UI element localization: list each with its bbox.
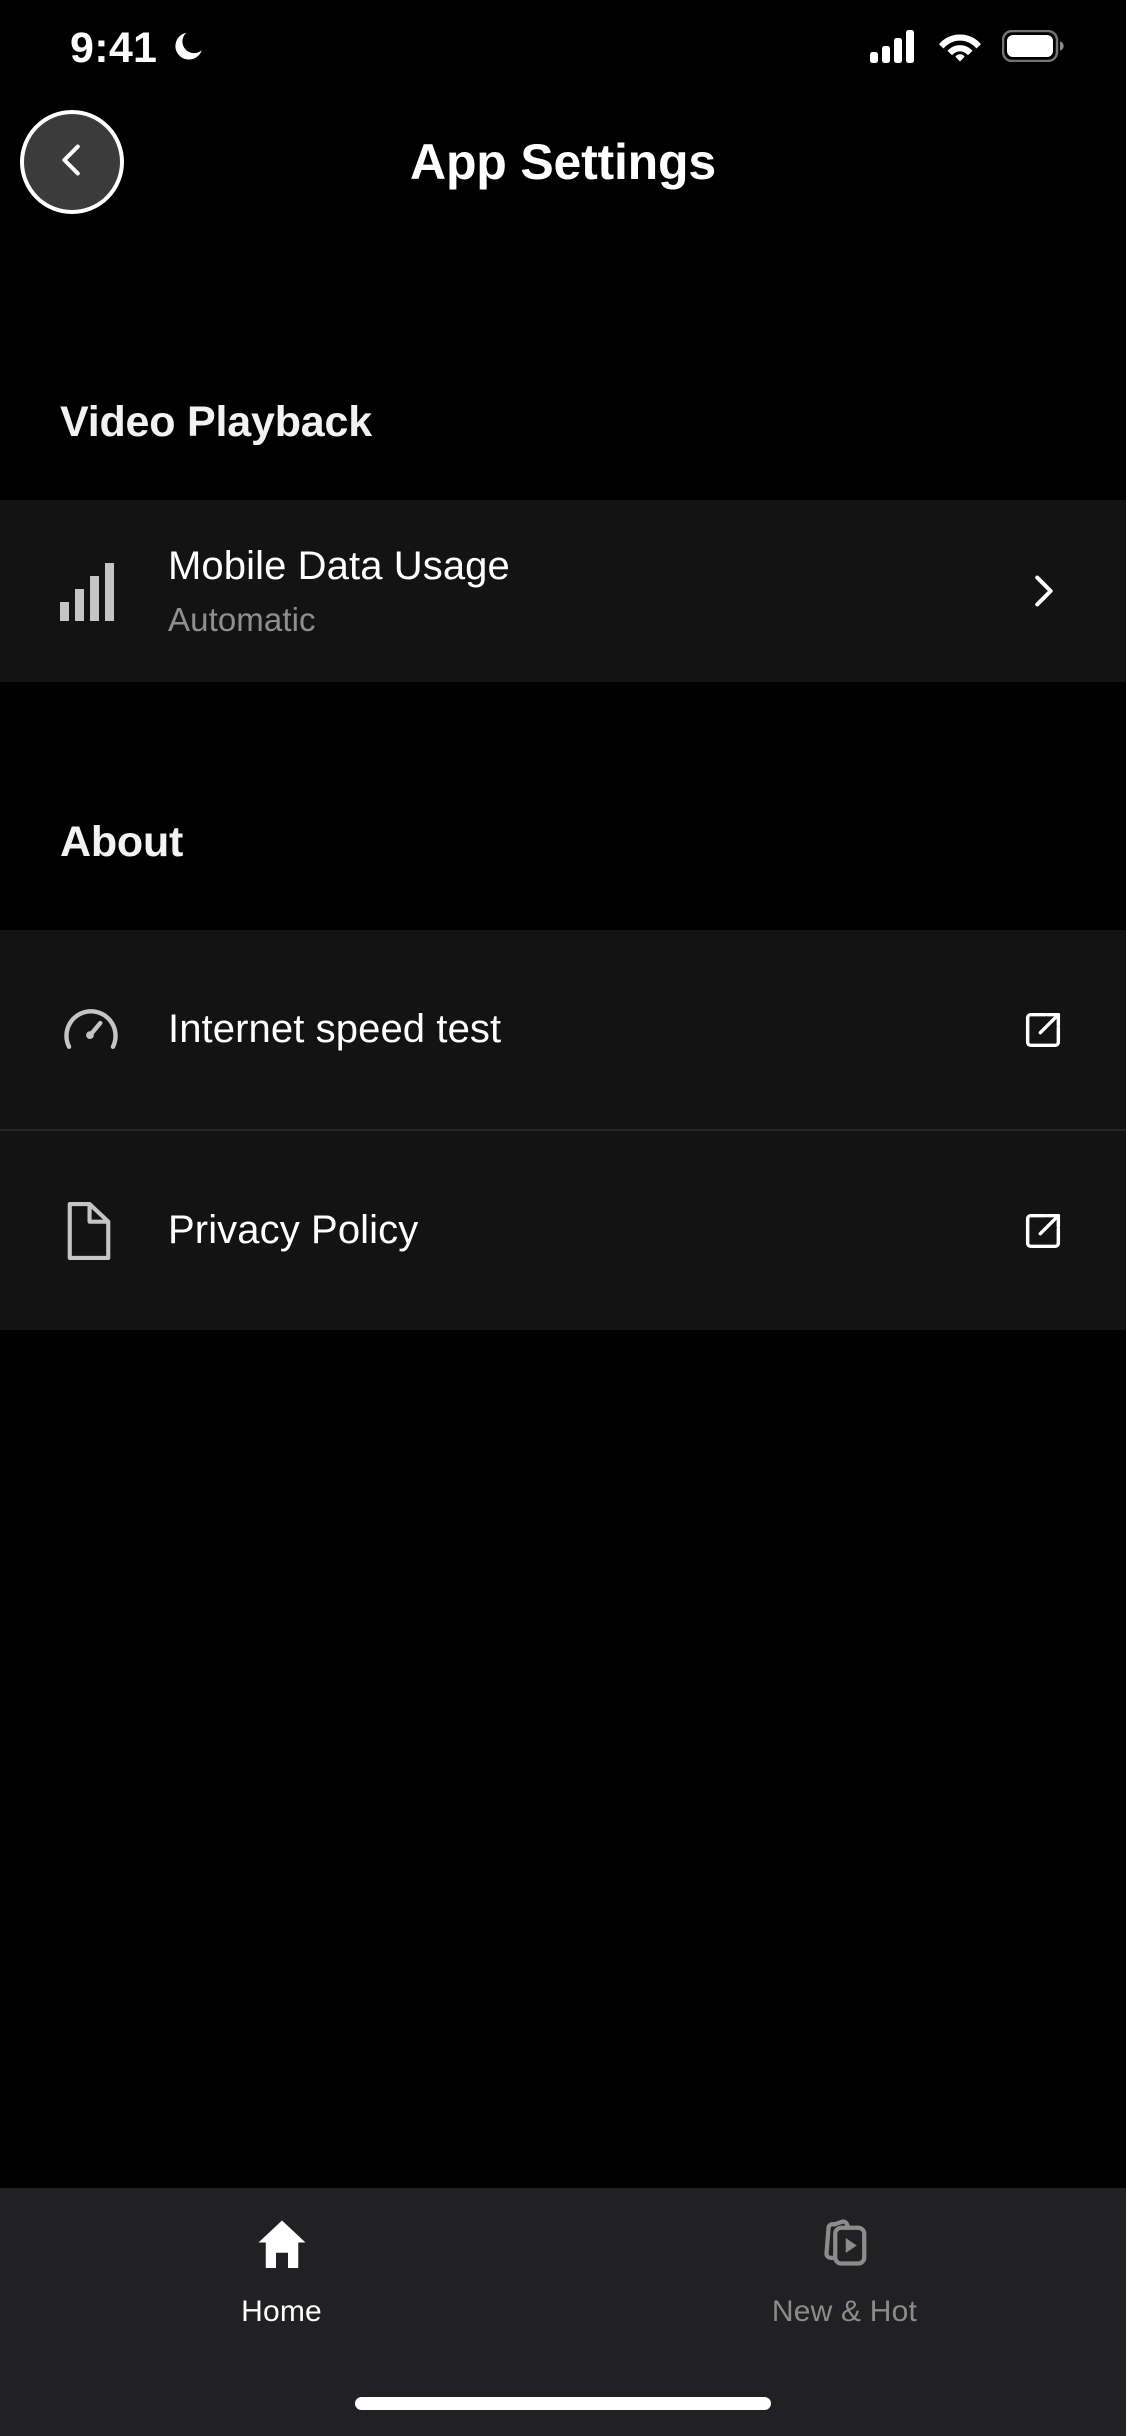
row-title: Internet speed test xyxy=(168,1007,502,1051)
home-icon xyxy=(252,2214,312,2279)
page-title: App Settings xyxy=(410,134,716,190)
cellular-signal-icon xyxy=(870,29,918,68)
chevron-right-icon[interactable] xyxy=(996,568,1066,614)
status-bar-right xyxy=(870,29,1064,68)
card-about: Internet speed test Privacy Policy xyxy=(0,930,1126,1330)
document-icon xyxy=(60,1198,168,1264)
back-button[interactable] xyxy=(20,110,124,214)
row-text-internet-speed-test: Internet speed test xyxy=(168,1007,996,1052)
tab-label-home: Home xyxy=(241,2295,322,2328)
home-indicator[interactable] xyxy=(355,2397,771,2410)
tab-list: Home New & Hot xyxy=(0,2188,1126,2329)
row-title: Privacy Policy xyxy=(168,1208,419,1252)
row-text-privacy-policy: Privacy Policy xyxy=(168,1208,996,1253)
status-bar: 9:41 xyxy=(0,0,1126,96)
section-title-video-playback: Video Playback xyxy=(60,398,372,446)
external-link-icon[interactable] xyxy=(996,1208,1066,1254)
tab-new-and-hot[interactable]: New & Hot xyxy=(563,2214,1126,2329)
app-settings-screen: 9:41 App Settings Video Playback Mobile … xyxy=(0,0,1126,2436)
new-and-hot-icon xyxy=(815,2214,875,2279)
bar-chart-icon xyxy=(60,561,168,621)
tab-home[interactable]: Home xyxy=(0,2214,563,2329)
status-bar-clock: 9:41 xyxy=(70,23,158,72)
wifi-icon xyxy=(937,29,983,68)
external-link-icon[interactable] xyxy=(996,1007,1066,1053)
card-video-playback: Mobile Data Usage Automatic xyxy=(0,500,1126,682)
crescent-moon-icon xyxy=(171,28,207,69)
navigation-header: App Settings xyxy=(0,96,1126,228)
row-mobile-data-usage[interactable]: Mobile Data Usage Automatic xyxy=(0,500,1126,682)
row-subtitle: Automatic xyxy=(168,600,316,638)
section-about: About xyxy=(0,818,1126,867)
speedometer-icon xyxy=(60,999,168,1061)
tab-label-new-and-hot: New & Hot xyxy=(771,2295,918,2328)
status-bar-left: 9:41 xyxy=(70,24,207,73)
row-text-mobile-data-usage: Mobile Data Usage Automatic xyxy=(168,544,996,639)
section-title-about: About xyxy=(60,818,184,866)
row-title: Mobile Data Usage xyxy=(168,543,510,588)
row-privacy-policy[interactable]: Privacy Policy xyxy=(0,1131,1126,1330)
battery-full-icon xyxy=(1001,29,1064,67)
row-internet-speed-test[interactable]: Internet speed test xyxy=(0,930,1126,1129)
bottom-tab-bar: Home New & Hot xyxy=(0,2188,1126,2436)
chevron-left-icon xyxy=(49,137,95,188)
section-video-playback: Video Playback xyxy=(0,398,1126,447)
